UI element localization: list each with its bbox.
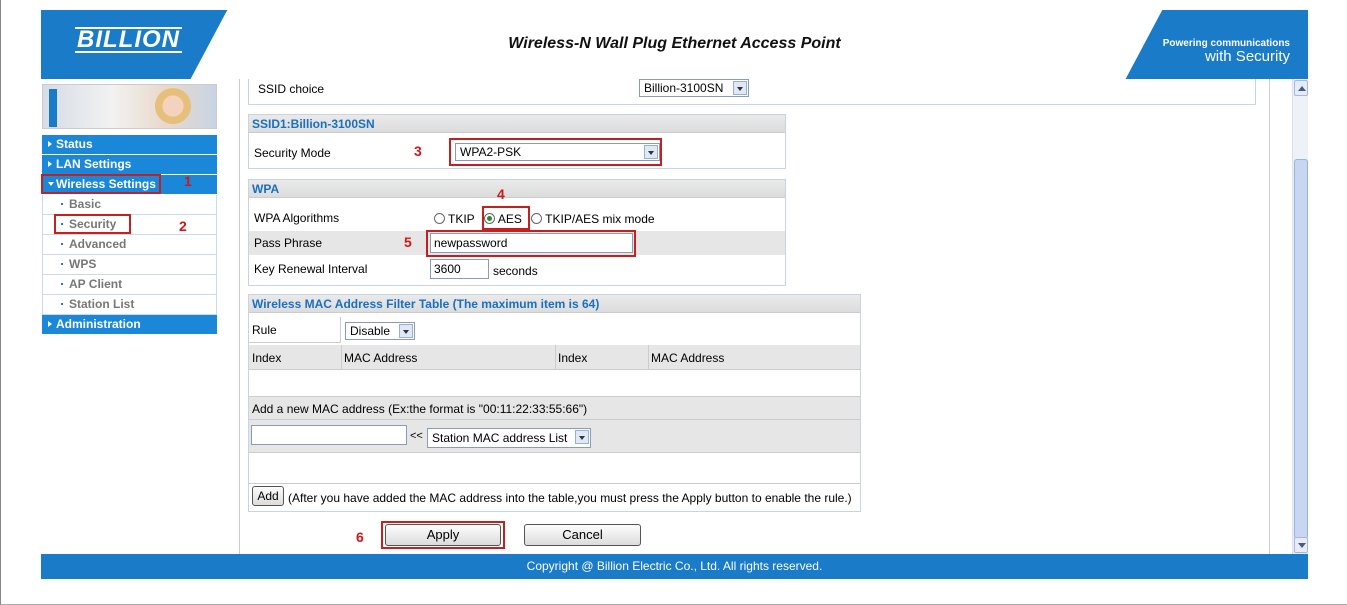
- rule-label-cell: Rule: [249, 317, 341, 343]
- key-renewal-unit: seconds: [493, 264, 538, 278]
- cancel-button[interactable]: Cancel: [524, 524, 641, 546]
- column-header: Index: [558, 351, 588, 365]
- tagline: Powering communications with Security: [1163, 37, 1290, 65]
- copy-arrow: <<: [410, 430, 423, 442]
- sidebar-item-wps[interactable]: WPS: [42, 255, 217, 275]
- arrow-up-icon: [1298, 86, 1306, 91]
- annotation-box-aes: [482, 206, 530, 230]
- sidebar-nav: Status LAN Settings Wireless Settings Ba…: [42, 135, 217, 335]
- rule-label: Rule: [252, 323, 277, 337]
- pass-phrase-label: Pass Phrase: [254, 236, 323, 250]
- annotation-box-pass-phrase: [426, 230, 636, 257]
- add-mac-input-row: << Station MAC address List: [249, 420, 860, 453]
- add-note: (After you have added the MAC address in…: [288, 491, 852, 505]
- divider: [249, 483, 860, 484]
- radio-tkip[interactable]: TKIP: [434, 212, 474, 226]
- mac-address-input[interactable]: [251, 425, 407, 445]
- sidebar-item-advanced[interactable]: Advanced: [42, 235, 217, 255]
- scroll-down-button[interactable]: [1294, 537, 1308, 553]
- wpa-algorithms-group: TKIP AES TKIP/AES mix mode: [434, 212, 655, 226]
- key-renewal-label: Key Renewal Interval: [254, 262, 368, 276]
- annotation-box-apply: [381, 521, 505, 549]
- sidebar-item-label: LAN Settings: [56, 157, 132, 171]
- tagline-bottom: with Security: [1204, 48, 1290, 65]
- column-header: MAC Address: [344, 351, 418, 365]
- page-header: BILLION Wireless-N Wall Plug Ethernet Ac…: [41, 10, 1308, 79]
- sidebar-item-ap-client[interactable]: AP Client: [42, 275, 217, 295]
- annotation-number: 1: [184, 173, 192, 189]
- bullet-icon: [61, 243, 63, 245]
- annotation-number: 2: [179, 218, 187, 234]
- rule-select[interactable]: Disable: [345, 322, 415, 340]
- sidebar-item-label: WPS: [69, 257, 97, 271]
- sidebar-item-lan-settings[interactable]: LAN Settings: [42, 155, 217, 175]
- radio-circle-icon: [434, 213, 445, 224]
- ssid-choice-panel: SSID choice Billion-3100SN: [248, 79, 1256, 105]
- mac-table-header: Index MAC Address Index MAC Address: [249, 345, 860, 370]
- chevron-down-icon: [575, 430, 589, 444]
- column-header: Index: [252, 351, 282, 365]
- bullet-icon: [61, 303, 63, 305]
- wpa-section-title: WPA: [249, 180, 785, 198]
- column-divider: [341, 345, 342, 370]
- sidebar-item-label: Advanced: [69, 237, 127, 251]
- radio-label: TKIP/AES mix mode: [545, 212, 655, 226]
- banner-person-image: [153, 88, 193, 128]
- chevron-right-icon: [48, 141, 52, 147]
- annotation-box-wireless: [41, 174, 161, 194]
- annotation-box-security: [54, 214, 131, 234]
- sidebar-item-label: Basic: [69, 197, 102, 211]
- mac-filter-panel: Wireless MAC Address Filter Table (The m…: [248, 294, 861, 512]
- ssid-choice-label: SSID choice: [258, 82, 325, 96]
- chevron-right-icon: [48, 321, 52, 327]
- key-renewal-input[interactable]: 3600: [430, 259, 489, 279]
- sidebar-item-label: AP Client: [69, 277, 123, 291]
- sidebar-item-administration[interactable]: Administration: [42, 315, 217, 335]
- sidebar-item-station-list[interactable]: Station List: [42, 295, 217, 315]
- ssid-section-title: SSID1:Billion-3100SN: [249, 115, 785, 133]
- annotation-number: 5: [404, 234, 412, 250]
- banner-accent-bar: [49, 89, 57, 127]
- scroll-up-button[interactable]: [1294, 80, 1308, 96]
- bullet-icon: [61, 263, 63, 265]
- vertical-scrollbar[interactable]: [1292, 79, 1308, 554]
- sidebar-item-label: Status: [56, 137, 93, 151]
- sidebar-item-label: Administration: [56, 317, 141, 331]
- chevron-down-icon: [399, 324, 413, 338]
- bullet-icon: [61, 203, 63, 205]
- arrow-down-icon: [1298, 543, 1306, 548]
- wpa-algorithms-label: WPA Algorithms: [254, 211, 340, 225]
- sidebar-item-basic[interactable]: Basic: [42, 195, 217, 215]
- radio-circle-icon: [531, 213, 543, 224]
- bullet-icon: [61, 283, 63, 285]
- column-header: MAC Address: [651, 351, 725, 365]
- add-mac-hint: Add a new MAC address (Ex:the format is …: [252, 402, 588, 416]
- ssid-choice-select[interactable]: Billion-3100SN: [639, 79, 749, 97]
- radio-label: TKIP: [448, 212, 475, 226]
- column-divider: [555, 345, 556, 370]
- column-divider: [648, 345, 649, 370]
- sidebar-item-status[interactable]: Status: [42, 135, 217, 155]
- annotation-number: 6: [356, 529, 364, 545]
- annotation-number: 4: [497, 186, 505, 202]
- add-button[interactable]: Add: [252, 486, 284, 506]
- radio-tkip-aes-mix[interactable]: TKIP/AES mix mode: [531, 212, 655, 226]
- station-mac-select[interactable]: Station MAC address List: [427, 428, 591, 448]
- station-mac-value: Station MAC address List: [432, 431, 568, 445]
- sidebar: Status LAN Settings Wireless Settings Ba…: [41, 84, 217, 554]
- rule-value: Disable: [350, 324, 391, 338]
- scrollbar-thumb[interactable]: [1294, 159, 1308, 539]
- chevron-down-icon: [733, 81, 747, 95]
- page-footer: Copyright @ Billion Electric Co., Ltd. A…: [41, 554, 1308, 579]
- add-mac-hint-row: Add a new MAC address (Ex:the format is …: [249, 396, 860, 420]
- page-title: Wireless-N Wall Plug Ethernet Access Poi…: [508, 35, 841, 52]
- annotation-number: 3: [414, 143, 422, 159]
- security-mode-label: Security Mode: [254, 146, 331, 160]
- annotation-box-security-mode: [449, 138, 662, 166]
- ssid-choice-value: Billion-3100SN: [644, 81, 724, 95]
- sidebar-banner-image: [42, 84, 217, 129]
- mac-filter-title: Wireless MAC Address Filter Table (The m…: [249, 295, 860, 313]
- chevron-right-icon: [48, 161, 52, 167]
- sidebar-item-label: Station List: [69, 297, 135, 311]
